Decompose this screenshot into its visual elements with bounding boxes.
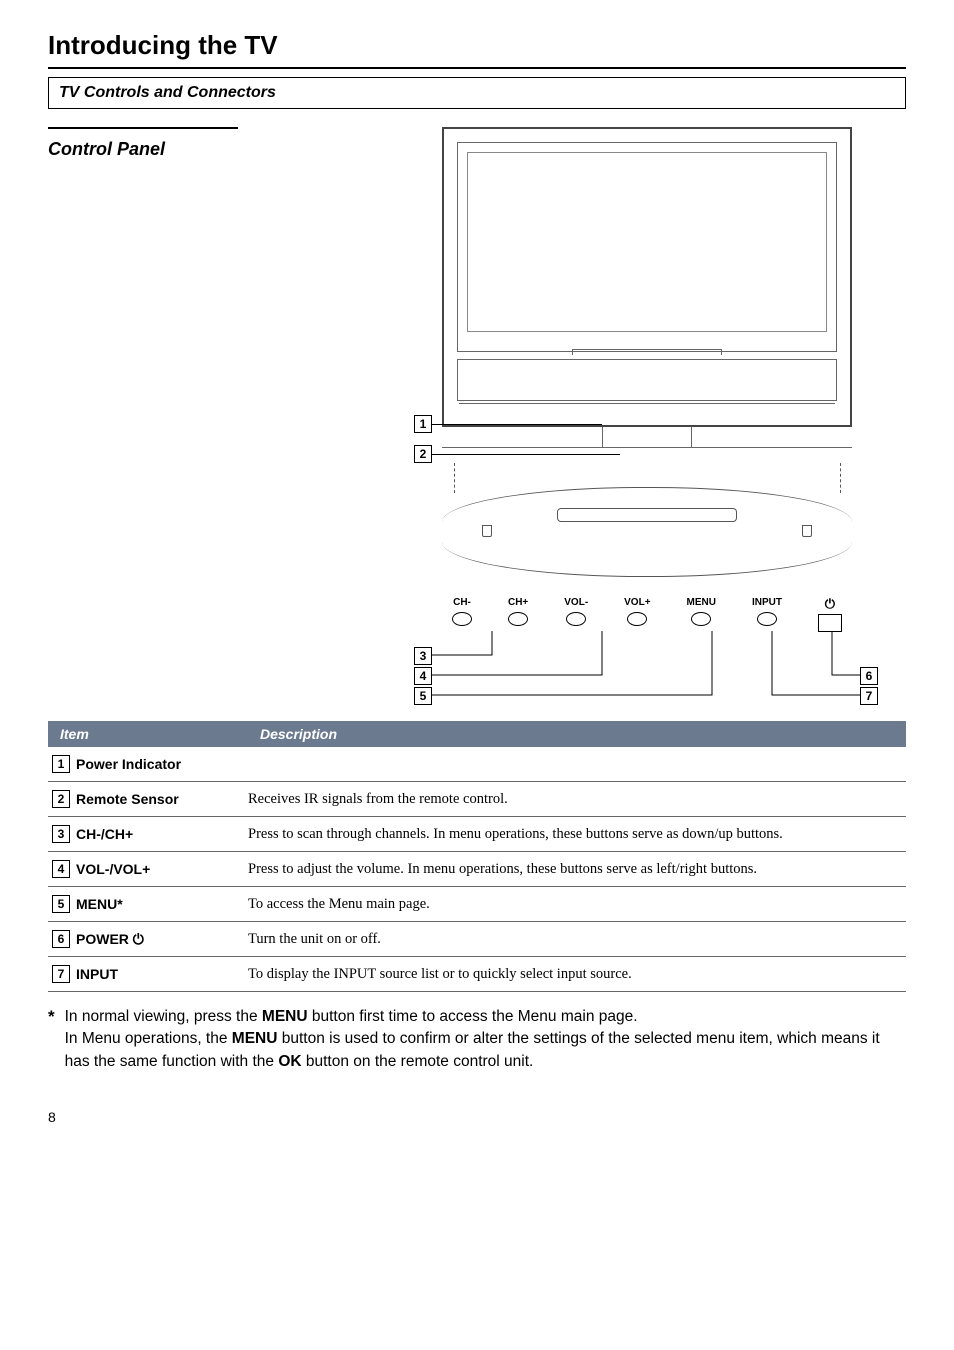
callout-2-num: 2: [414, 445, 432, 463]
btn-label-ch-minus: CH-: [453, 597, 471, 608]
tv-lower-bar: [457, 359, 837, 401]
tv-stand-neck: [602, 427, 692, 447]
table-row: 5 MENU* To access the Menu main page.: [48, 887, 906, 922]
tv-screen: [467, 152, 827, 332]
zoom-line-left: [454, 463, 455, 493]
zoom-line-right: [840, 463, 841, 493]
callout-6: 6: [860, 667, 878, 685]
callout-7: 7: [860, 687, 878, 705]
callout-4-num: 4: [414, 667, 432, 685]
tv-slot: [572, 349, 722, 355]
row-num: 7: [52, 965, 70, 983]
callout-3: 3: [414, 647, 432, 665]
footnote-star: *: [48, 1006, 55, 1073]
footnote: * In normal viewing, press the MENU butt…: [48, 1006, 906, 1073]
table-row: 1 Power Indicator: [48, 747, 906, 782]
btn-label-input: INPUT: [752, 597, 782, 608]
btn-label-ch-plus: CH+: [508, 597, 528, 608]
section-title: TV Controls and Connectors: [59, 84, 276, 101]
btn-vol-plus: VOL+: [624, 597, 650, 632]
sub-heading: Control Panel: [48, 135, 388, 160]
row-desc: Press to scan through channels. In menu …: [248, 826, 906, 843]
row-desc: To access the Menu main page.: [248, 896, 906, 913]
btn-shape: [627, 612, 647, 626]
btn-power: ⏻: [818, 597, 842, 632]
heading-rule: [48, 67, 906, 69]
btn-shape: [566, 612, 586, 626]
row-desc: Turn the unit on or off.: [248, 931, 906, 948]
callout-6-num: 6: [860, 667, 878, 685]
callout-5: 5: [414, 687, 432, 705]
callout-3-num: 3: [414, 647, 432, 665]
footnote-bold: MENU: [232, 1030, 278, 1047]
row-num: 5: [52, 895, 70, 913]
row-num: 4: [52, 860, 70, 878]
tv-detail-strip: [557, 508, 737, 522]
row-item: POWER ⏻: [76, 931, 144, 948]
th-description: Description: [248, 721, 906, 747]
callout-2: 2: [414, 445, 620, 463]
row-item: INPUT: [76, 966, 118, 982]
row-item: VOL-/VOL+: [76, 861, 150, 877]
btn-ch-plus: CH+: [508, 597, 528, 632]
footnote-frag: button first time to access the Menu mai…: [308, 1008, 638, 1025]
table-row: 7 INPUT To display the INPUT source list…: [48, 957, 906, 992]
button-row: CH- CH+ VOL- VOL+: [442, 597, 852, 632]
page-heading: Introducing the TV: [48, 30, 906, 61]
btn-label-menu: MENU: [687, 597, 716, 608]
callout-1: 1: [414, 415, 602, 433]
footnote-frag: In Menu operations, the: [65, 1030, 232, 1047]
table-row: 4 VOL-/VOL+ Press to adjust the volume. …: [48, 852, 906, 887]
footnote-frag: button on the remote control unit.: [302, 1053, 534, 1070]
callout-4: 4: [414, 667, 432, 685]
sensor-right: [802, 525, 812, 537]
btn-shape: [691, 612, 711, 626]
row-num: 2: [52, 790, 70, 808]
tv-detail-panel: [442, 487, 852, 577]
btn-shape: [757, 612, 777, 626]
row-desc: Press to adjust the volume. In menu oper…: [248, 861, 906, 878]
table-row: 2 Remote Sensor Receives IR signals from…: [48, 782, 906, 817]
row-item: CH-/CH+: [76, 826, 133, 842]
footnote-text: In normal viewing, press the MENU button…: [65, 1006, 906, 1073]
controls-table: Item Description 1 Power Indicator 2 Rem…: [48, 721, 906, 992]
footnote-frag: In normal viewing, press the: [65, 1008, 262, 1025]
row-num: 1: [52, 755, 70, 773]
row-item: Remote Sensor: [76, 791, 179, 807]
tv-strip: [459, 403, 835, 411]
row-item: Power Indicator: [76, 756, 181, 772]
btn-shape: [508, 612, 528, 626]
table-row: 3 CH-/CH+ Press to scan through channels…: [48, 817, 906, 852]
footnote-bold: OK: [278, 1053, 301, 1070]
subheading-rule: [48, 127, 238, 129]
row-num: 3: [52, 825, 70, 843]
callout-5-num: 5: [414, 687, 432, 705]
row-desc: Receives IR signals from the remote cont…: [248, 791, 906, 808]
power-icon: ⏻: [825, 597, 835, 610]
footnote-bold: MENU: [262, 1008, 308, 1025]
btn-vol-minus: VOL-: [564, 597, 588, 632]
sensor-left: [482, 525, 492, 537]
btn-label-vol-minus: VOL-: [564, 597, 588, 608]
btn-shape-power: [818, 614, 842, 632]
table-row: 6 POWER ⏻ Turn the unit on or off.: [48, 922, 906, 957]
th-item: Item: [48, 721, 248, 747]
tv-diagram: 1 2 CH-: [412, 127, 872, 697]
row-num: 6: [52, 930, 70, 948]
callout-7-num: 7: [860, 687, 878, 705]
btn-ch-minus: CH-: [452, 597, 472, 632]
row-item: MENU*: [76, 896, 123, 912]
page-number: 8: [48, 1109, 906, 1125]
row-desc: To display the INPUT source list or to q…: [248, 966, 906, 983]
btn-menu: MENU: [687, 597, 716, 632]
btn-shape: [452, 612, 472, 626]
table-header: Item Description: [48, 721, 906, 747]
section-title-box: TV Controls and Connectors: [48, 77, 906, 109]
callout-1-num: 1: [414, 415, 432, 433]
btn-input: INPUT: [752, 597, 782, 632]
btn-label-vol-plus: VOL+: [624, 597, 650, 608]
